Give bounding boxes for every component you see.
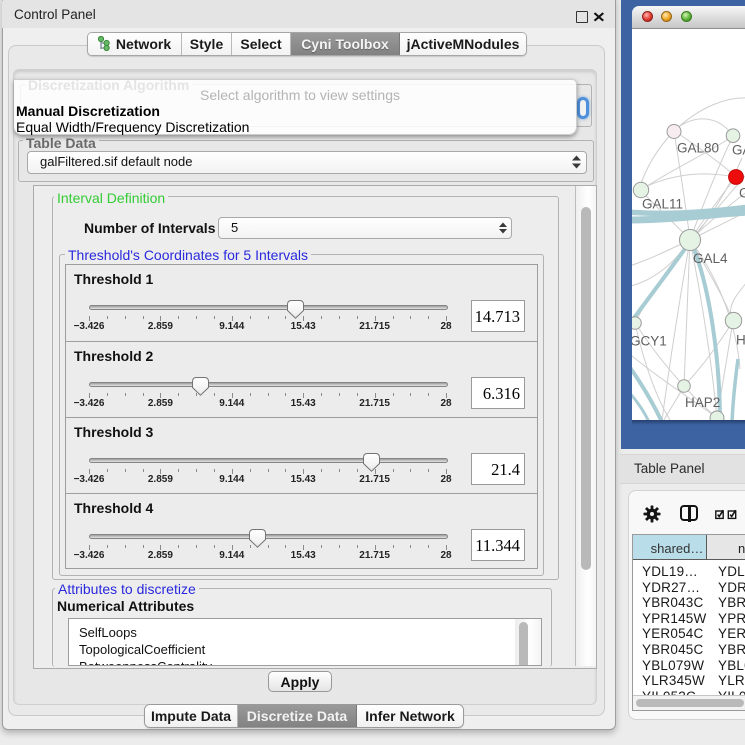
svg-text:GAL4: GAL4 [693,251,728,266]
svg-text:HA: HA [736,333,745,348]
svg-text:CY: CY [739,186,745,201]
svg-text:GAL11: GAL11 [642,197,683,212]
svg-text:GCY1: GCY1 [632,334,667,349]
svg-text:GA: GA [732,143,745,158]
svg-text:GAL80: GAL80 [677,141,719,156]
svg-text:HAP2: HAP2 [685,395,720,410]
